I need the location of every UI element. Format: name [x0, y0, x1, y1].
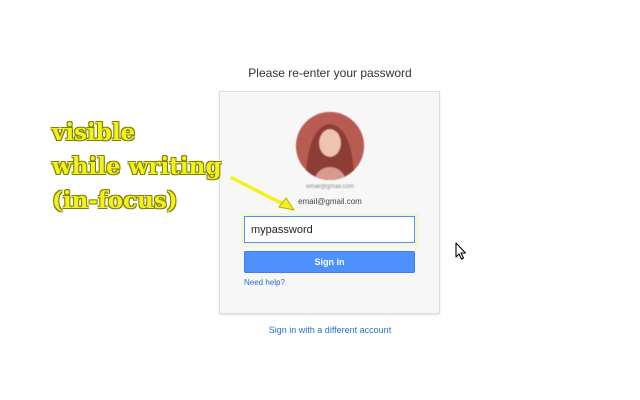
avatar	[296, 112, 364, 180]
need-help-link[interactable]: Need help?	[244, 278, 285, 287]
password-input[interactable]	[244, 216, 415, 243]
mouse-cursor-icon	[455, 242, 467, 260]
annotation-line: visible	[52, 119, 136, 146]
annotation-line: while writing	[52, 153, 222, 180]
arrow-icon	[230, 176, 296, 211]
page-title: Please re-enter your password	[248, 66, 412, 80]
annotation-text: visible while writing (in-focus)	[52, 116, 221, 218]
different-account-link[interactable]: Sign in with a different account	[220, 325, 440, 335]
signin-button[interactable]: Sign in	[244, 251, 415, 273]
annotation-line: (in-focus)	[52, 187, 178, 214]
